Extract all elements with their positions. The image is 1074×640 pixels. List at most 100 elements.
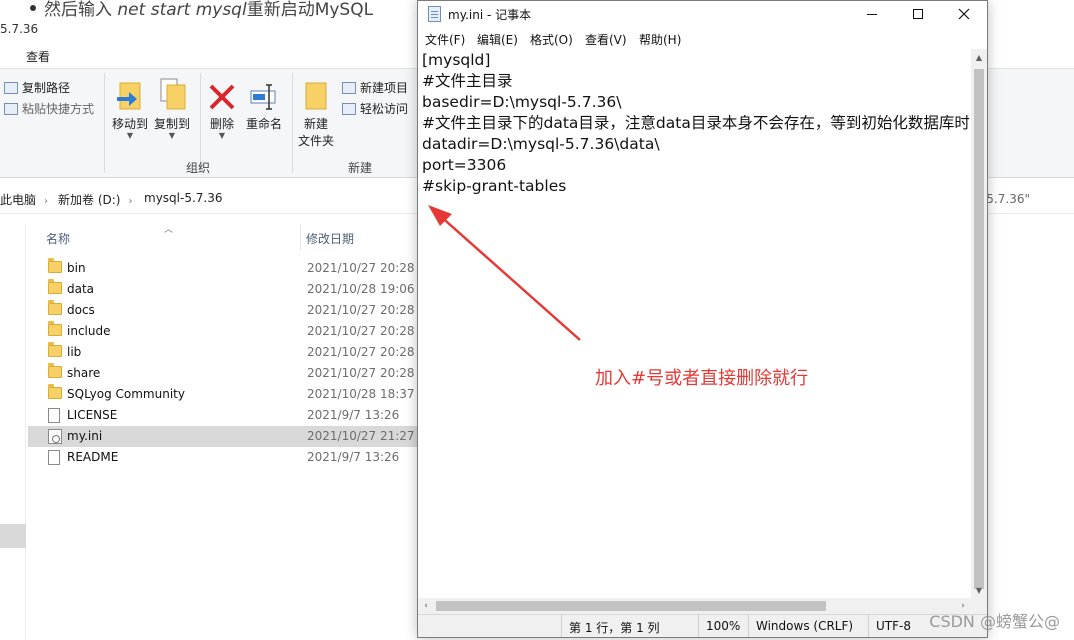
file-row[interactable]: SQLyog Community 2021/10/28 18:37 [28, 384, 417, 405]
folder-icon [48, 300, 62, 315]
easy-access-button[interactable]: 轻松访问 [342, 100, 408, 117]
file-date: 2021/10/27 20:28 [307, 366, 415, 380]
menu-format[interactable]: 格式(O) [530, 31, 573, 48]
tab-view[interactable]: 查看 [26, 48, 50, 65]
blog-command: net start mysql [117, 0, 247, 18]
navigation-pane[interactable] [0, 224, 26, 640]
breadcrumb-this-pc-label: 此电脑 [0, 193, 37, 207]
file-name: docs [67, 303, 95, 317]
file-row[interactable]: data 2021/10/28 19:06 [28, 279, 417, 300]
notepad-text-area[interactable]: [mysqld] #文件主目录 basedir=D:\mysql-5.7.36\… [418, 49, 971, 598]
column-divider[interactable] [300, 224, 301, 250]
search-box-text: -5.7.36" [981, 192, 1030, 206]
chevron-right-icon: › [44, 196, 49, 207]
file-name: data [67, 282, 95, 296]
horizontal-scroll-thumb[interactable] [436, 601, 826, 611]
search-box-fragment[interactable]: -5.7.36" [982, 192, 1030, 206]
scroll-up-icon[interactable]: ▲ [971, 49, 987, 65]
minimize-button[interactable] [849, 1, 895, 27]
new-folder-label-1: 新建 [303, 117, 328, 131]
explorer-title-text: 5.7.36 [0, 22, 39, 36]
blog-instruction: 然后输入 net start mysql重新启动MySQL [44, 0, 373, 18]
easy-access-label: 轻松访问 [360, 102, 409, 116]
status-cursor-position: 第 1 行，第 1 列 [561, 615, 700, 637]
breadcrumb-drive-d[interactable]: 新加卷 (D:) › [58, 191, 132, 208]
file-row[interactable]: my.ini 2021/10/27 21:27 [28, 426, 417, 447]
file-date: 2021/10/27 20:28 [307, 324, 415, 338]
file-row[interactable]: bin 2021/10/27 20:28 [28, 258, 417, 279]
easy-access-icon [342, 102, 356, 115]
scroll-down-icon[interactable]: ▼ [971, 582, 987, 598]
nav-selected-item[interactable] [0, 524, 26, 548]
rename-icon [234, 77, 294, 111]
file-date: 2021/10/27 21:27 [307, 429, 415, 443]
minimize-icon [867, 13, 877, 15]
file-date: 2021/9/7 13:26 [307, 450, 400, 464]
notepad-statusbar: 第 1 行，第 1 列 100% Windows (CRLF) UTF-8 [418, 614, 987, 637]
text-line: #skip-grant-tables [422, 177, 567, 195]
folder-icon [48, 258, 62, 273]
file-name: lib [67, 345, 82, 359]
watermark: CSDN @螃蟹公@ [929, 612, 1060, 631]
status-zoom: 100% [698, 615, 749, 637]
new-folder-button[interactable]: 新建 文件夹 [286, 77, 346, 149]
vertical-scroll-thumb[interactable] [974, 69, 984, 589]
notepad-window: my.ini - 记事本 文件(F) 编辑(E) 格式(O) 查看(V) 帮助(… [417, 0, 988, 638]
text-line: [mysqld] [422, 51, 491, 69]
annotation-text: 加入#号或者直接删除就行 [595, 368, 809, 389]
notepad-title: my.ini - 记事本 [448, 8, 532, 22]
file-name: README [67, 450, 119, 464]
new-folder-label-2: 文件夹 [297, 134, 334, 148]
menu-edit[interactable]: 编辑(E) [477, 31, 518, 48]
menu-view[interactable]: 查看(V) [585, 31, 627, 48]
file-row[interactable]: lib 2021/10/27 20:28 [28, 342, 417, 363]
rename-button[interactable]: 重命名 [234, 77, 294, 132]
file-date: 2021/9/7 13:26 [307, 408, 400, 422]
vertical-scrollbar[interactable]: ▲ ▼ [971, 49, 987, 598]
menu-file[interactable]: 文件(F) [425, 31, 465, 48]
folder-icon [48, 363, 62, 378]
new-item-button[interactable]: 新建项目 [342, 79, 408, 96]
close-button[interactable] [941, 1, 987, 27]
file-row[interactable]: LICENSE 2021/9/7 13:26 [28, 405, 417, 426]
file-name: include [67, 324, 111, 338]
text-line: basedir=D:\mysql-5.7.36\ [422, 93, 622, 111]
rename-label: 重命名 [245, 117, 282, 131]
file-name: my.ini [67, 429, 103, 443]
menu-help[interactable]: 帮助(H) [639, 31, 681, 48]
column-date-modified[interactable]: 修改日期 [306, 230, 354, 247]
copy-path-label: 复制路径 [22, 81, 71, 95]
file-name: share [67, 366, 101, 380]
sort-up-icon: ︿ [164, 225, 174, 235]
file-row[interactable]: README 2021/9/7 13:26 [28, 447, 417, 468]
folder-icon [48, 321, 62, 336]
breadcrumb-this-pc[interactable]: 此电脑 › [0, 191, 48, 208]
file-date: 2021/10/27 20:28 [307, 261, 415, 275]
notepad-menubar: 文件(F) 编辑(E) 格式(O) 查看(V) 帮助(H) [418, 27, 987, 49]
file-name: LICENSE [67, 408, 118, 422]
file-date: 2021/10/27 20:28 [307, 345, 415, 359]
folder-icon [48, 279, 62, 294]
maximize-button[interactable] [895, 1, 941, 27]
paste-shortcut-button[interactable]: 粘贴快捷方式 [4, 100, 94, 117]
copy-path-button[interactable]: 复制路径 [4, 79, 70, 96]
bullet-dot [30, 5, 36, 11]
file-row[interactable]: share 2021/10/27 20:28 [28, 363, 417, 384]
new-item-label: 新建项目 [360, 81, 409, 95]
new-folder-icon [286, 77, 346, 111]
new-item-icon [342, 81, 356, 94]
chevron-down-icon: ▼ [218, 131, 226, 140]
column-name[interactable]: 名称 [46, 230, 70, 247]
scroll-left-icon[interactable]: ‹ [418, 598, 434, 614]
file-date: 2021/10/28 19:06 [307, 282, 415, 296]
file-row[interactable]: docs 2021/10/27 20:28 [28, 300, 417, 321]
file-row[interactable]: include 2021/10/27 20:28 [28, 321, 417, 342]
explorer-title: 5.7.36 [0, 18, 420, 40]
status-line-ending: Windows (CRLF) [748, 615, 870, 637]
file-icon [48, 408, 60, 423]
notepad-app-icon [428, 6, 441, 22]
breadcrumb-mysql[interactable]: mysql-5.7.36 [144, 191, 223, 205]
file-date: 2021/10/28 18:37 [307, 387, 415, 401]
notepad-titlebar[interactable]: my.ini - 记事本 [418, 1, 987, 27]
horizontal-scrollbar[interactable]: ‹ › [418, 598, 971, 614]
